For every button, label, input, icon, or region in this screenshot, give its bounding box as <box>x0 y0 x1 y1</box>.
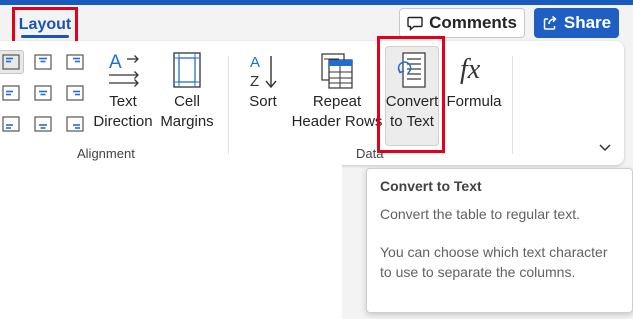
align-middle-right-icon <box>66 85 84 101</box>
group-label-data: Data <box>356 146 384 161</box>
align-bottom-left-button[interactable] <box>0 112 24 136</box>
align-bottom-center-button[interactable] <box>30 112 56 136</box>
convert-to-text-label: Convert to Text <box>385 93 439 130</box>
repeat-header-rows-button[interactable]: Repeat Header Rows <box>290 50 384 132</box>
tab-layout-label: Layout <box>18 16 72 33</box>
share-button-label: Share <box>563 13 612 32</box>
tooltip-title: Convert to Text <box>380 178 482 194</box>
tab-active-indicator <box>21 35 69 38</box>
text-direction-label: Text Direction <box>93 93 153 130</box>
title-bar-accent <box>0 0 633 5</box>
text-direction-icon: A <box>109 52 139 87</box>
share-button[interactable]: Share <box>534 8 619 38</box>
align-top-left-icon <box>2 54 20 70</box>
comments-button-label: Comments <box>429 13 517 32</box>
align-top-right-icon <box>66 54 84 70</box>
align-bottom-left-icon <box>2 116 20 132</box>
align-middle-left-button[interactable] <box>0 81 24 105</box>
share-icon <box>543 15 557 30</box>
convert-to-text-tooltip: Convert to Text Convert the table to reg… <box>366 168 633 313</box>
tooltip-description: Convert the table to regular text. <box>380 206 580 222</box>
comment-icon <box>407 16 423 31</box>
document-canvas[interactable] <box>0 165 342 319</box>
align-bottom-right-button[interactable] <box>62 112 88 136</box>
convert-to-text-icon <box>397 52 426 88</box>
cell-margins-label: Cell Margins <box>160 93 214 130</box>
align-bottom-center-icon <box>34 116 52 132</box>
svg-text:fx: fx <box>460 54 481 85</box>
svg-text:A: A <box>250 54 260 71</box>
repeat-header-rows-icon <box>321 53 353 89</box>
tab-layout[interactable]: Layout <box>12 7 78 45</box>
cell-margins-icon <box>173 52 201 88</box>
text-direction-button[interactable]: A Text Direction <box>92 50 154 132</box>
tooltip-detail: You can choose which text character to u… <box>380 244 608 280</box>
align-top-center-button[interactable] <box>30 50 56 74</box>
repeat-header-rows-label: Repeat Header Rows <box>291 93 383 130</box>
formula-button[interactable]: fx Formula <box>444 50 504 112</box>
group-separator <box>512 56 513 154</box>
cell-alignment-grid <box>0 50 90 140</box>
align-top-left-button[interactable] <box>0 50 24 74</box>
cell-margins-button[interactable]: Cell Margins <box>158 50 216 132</box>
svg-text:A: A <box>109 52 122 73</box>
formula-fx-icon: fx <box>460 54 481 85</box>
group-separator <box>228 56 229 154</box>
svg-text:Z: Z <box>250 73 259 90</box>
convert-to-text-button[interactable]: Convert to Text <box>385 50 439 132</box>
align-bottom-right-icon <box>66 116 84 132</box>
comments-button[interactable]: Comments <box>399 8 525 38</box>
align-middle-center-icon <box>34 85 52 101</box>
sort-label: Sort <box>249 93 277 110</box>
group-label-alignment: Alignment <box>77 146 135 161</box>
align-top-center-icon <box>34 54 52 70</box>
align-middle-right-button[interactable] <box>62 81 88 105</box>
sort-button[interactable]: A Z Sort <box>240 50 286 112</box>
formula-label: Formula <box>446 93 502 110</box>
align-middle-left-icon <box>2 85 20 101</box>
chevron-down-icon[interactable] <box>598 140 612 154</box>
align-middle-center-button[interactable] <box>30 81 56 105</box>
sort-az-icon: A Z <box>250 54 277 90</box>
align-top-right-button[interactable] <box>62 50 88 74</box>
